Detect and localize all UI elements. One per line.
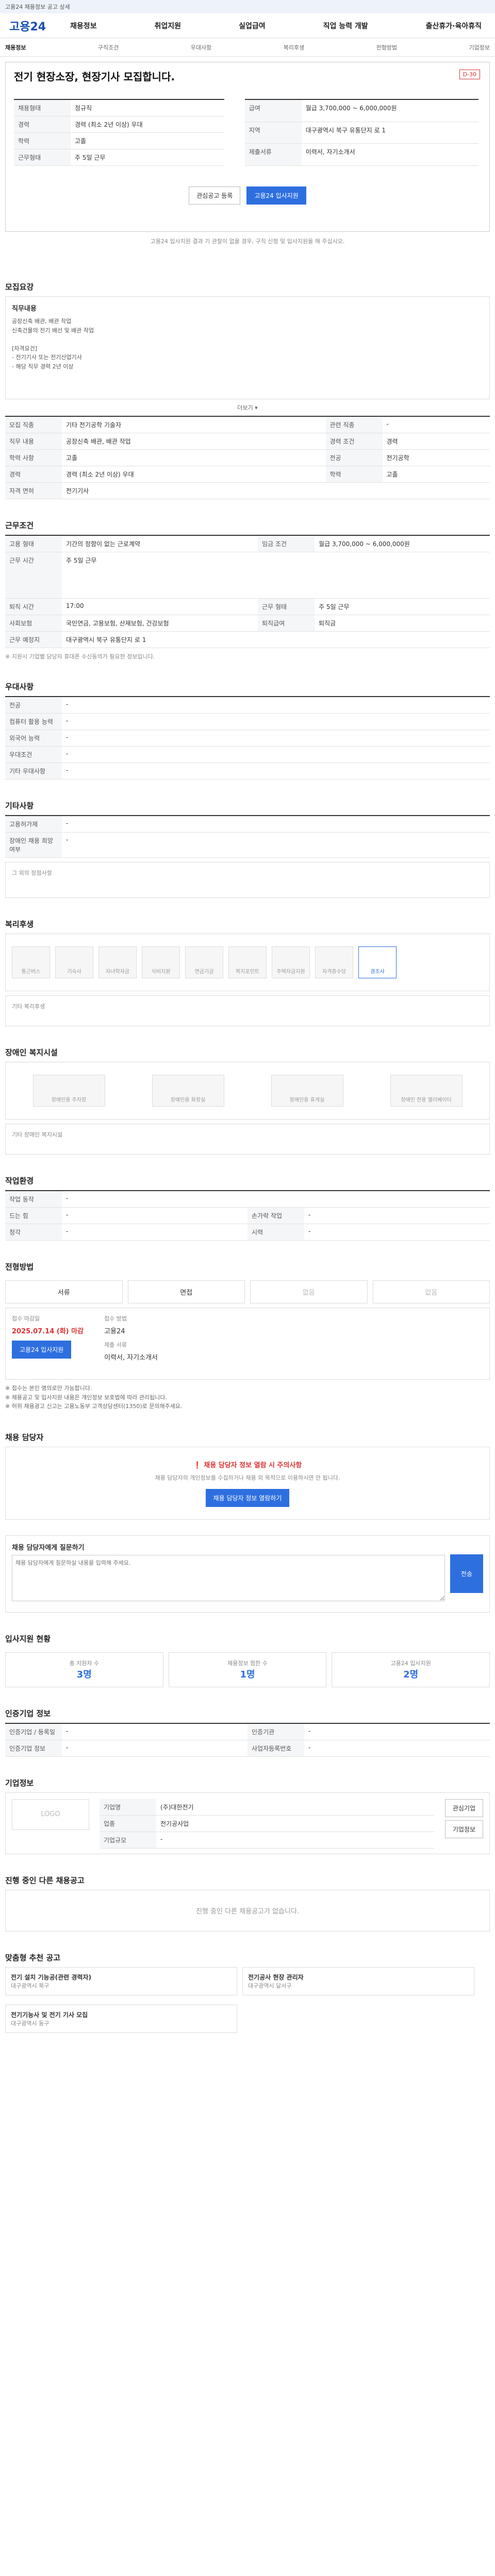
stat-card: 고용24 입사지원 2명 [332, 1652, 490, 1687]
method-notices: ※ 접수는 본인 명의로만 가능합니다. ※ 채용공고 및 입사지원 내용은 개… [5, 1385, 183, 1410]
subnav-crumb-2[interactable]: 우대사항 [191, 43, 211, 52]
top-notice-bar: 고용24 채용정보 공고 상세 [0, 0, 495, 13]
view-contact-button[interactable]: 채용 담당자 정보 열람하기 [205, 1488, 290, 1507]
welfare-tag: 자녀학자금 [98, 946, 137, 978]
stats-row: 총 지원자 수 3명 채용정보 찜한 수 1명 고용24 입사지원 2명 [5, 1648, 490, 1687]
welfare-tag: 기숙사 [55, 946, 93, 978]
welfare-tag: 통근버스 [12, 946, 50, 978]
save-job-button[interactable]: 관심공고 등록 [189, 187, 241, 205]
welfare-tag-active: 경조사 [358, 946, 397, 978]
welfare-tag: 복지포인트 [228, 946, 267, 978]
gnb-item-support[interactable]: 취업지원 [151, 21, 186, 31]
job-header-card: 전기 현장소장, 현장기사 모집합니다. D-30 채용형태 정규직 경력 경력 (… [5, 62, 490, 232]
disabled-tag: 장애인용 주차장 [32, 1075, 105, 1107]
welfare-tag: 식비지원 [142, 946, 180, 978]
contact-box: ❗ 채용 담당자 정보 열람 시 주의사항 채용 담당자의 개인정보를 수집하거… [5, 1446, 490, 1520]
others-section-title: 진행 중인 다른 채용공고 [5, 1875, 85, 1885]
welfare-box: 통근버스 기숙사 자녀학자금 식비지원 연금기금 복지포인트 주택자금지원 자격… [5, 934, 490, 991]
more-button[interactable]: 더보기 ▾ [237, 404, 257, 411]
method-section-title: 전형방법 [5, 1262, 34, 1272]
recommend-list: 전기 설치 기능공(관련 경력자) 대구광역시 북구 전기공사 현장 관리자 대구광… [5, 1967, 490, 2037]
subnav-title: 채용정보 [5, 44, 26, 51]
job-summary-right: 급여 월급 3,700,000 ~ 6,000,000원 지역 대구광역시 북구 유… [244, 99, 478, 166]
qna-box: 채용 담당자에게 질문하기 전송 [5, 1535, 490, 1613]
worktime-table: 작업 동작 - 드는 힘 - 손가락 작업 - 청각 - 시력 - [5, 1190, 490, 1241]
corp-section-title: 기업정보 [5, 1778, 34, 1788]
gnb-menu: 채용정보 취업지원 실업급여 직업 능력 개발 출산휴가·육아휴직 [66, 21, 486, 31]
conditions-table: 고용 형태 기간의 정함이 없는 근로계약 임금 조건 월급 3,700,000 ~ … [5, 535, 490, 648]
other-table: 고용허가제 - 장애인 채용 희망 여부 - [5, 815, 490, 858]
recruit-table: 모집 직종 기타 전기공학 기술자 관련 직종 - 직무 내용 공장신축 배관, 배관 … [5, 416, 490, 499]
corp-logo: LOGO [12, 1799, 89, 1830]
disabled-etc-box: 기타 장애인 복지시설 [5, 1124, 490, 1155]
stat-card: 채용정보 찜한 수 1명 [168, 1652, 327, 1687]
recruit-summary-box: 직무내용 공장신축 배관, 배관 작업 신축건물의 전기 배선 및 배관 작업 … [5, 296, 490, 399]
contact-section-title: 채용 담당자 [5, 1432, 44, 1442]
disabled-tag: 장애인 전용 엘리베이터 [390, 1075, 463, 1107]
welfare-tag: 주택자금지원 [272, 946, 310, 978]
qna-input[interactable] [12, 1554, 445, 1601]
deadline-value: 2025.07.14 (화) 마감 [12, 1328, 84, 1335]
gnb-item-jobs[interactable]: 채용정보 [66, 21, 101, 31]
subnav-crumb-5[interactable]: 기업정보 [469, 43, 489, 52]
company-section-title: 인증기업 정보 [5, 1708, 51, 1718]
other-note-box: 그 외의 장점사항 [5, 862, 490, 898]
welfare-section-title: 복리후생 [5, 920, 34, 929]
disabled-section-title: 장애인 복지시설 [5, 1048, 58, 1057]
deadline-box: 접수 마감일 2025.07.14 (화) 마감 고용24 입사지원 접수 방법… [5, 1308, 490, 1380]
recruit-summary-text: 공장신축 배관, 배관 작업 신축건물의 전기 배선 및 배관 작업 [자격요건… [12, 318, 94, 370]
recommend-section-title: 맞춤형 추천 공고 [5, 1953, 61, 1962]
subnav-crumb-4[interactable]: 전형방법 [376, 43, 397, 52]
method-steps: 서류 면접 없음 없음 [5, 1276, 490, 1303]
other-section-title: 기타사항 [5, 801, 34, 810]
company-table: 인증기업 / 등록일 - 인증기관 - 인증기업 정보 - 사업자등록번호 - [5, 1722, 490, 1757]
job-summary-left: 채용형태 정규직 경력 경력 (최소 2년 이상) 우대 학력 고졸 근무형태 주 5일… [14, 99, 224, 166]
global-nav: 고용24 채용정보 취업지원 실업급여 직업 능력 개발 출산휴가·육아휴직 [0, 13, 495, 38]
recruit-section-title: 모집요강 [5, 282, 34, 292]
conditions-section-title: 근무조건 [5, 521, 34, 530]
gnb-item-training[interactable]: 직업 능력 개발 [319, 21, 372, 31]
disabled-tag: 장애인용 화장실 [152, 1075, 224, 1107]
subnav-crumb-1[interactable]: 구직조건 [98, 43, 119, 52]
method-step: 없음 [250, 1280, 368, 1303]
disabled-box: 장애인용 주차장 장애인용 화장실 장애인용 휴게실 장애인 전용 엘리베이터 [5, 1062, 490, 1120]
worktime-section-title: 작업환경 [5, 1176, 34, 1185]
contact-warning: ❗ 채용 담당자 정보 열람 시 주의사항 [193, 1461, 302, 1469]
welfare-tag: 연금기금 [185, 946, 223, 978]
follow-company-button[interactable]: 관심기업 [444, 1799, 483, 1817]
stat-card: 총 지원자 수 3명 [5, 1652, 163, 1687]
job-title: 전기 현장소장, 현장기사 모집합니다. [14, 71, 175, 83]
conditions-notice: ※ 지원시 기업별 담당자 휴대폰 수신동의가 필요한 정보입니다. [5, 653, 155, 660]
qna-submit-button[interactable]: 전송 [450, 1554, 483, 1594]
others-empty: 진행 중인 다른 채용공고가 없습니다. [5, 1889, 490, 1931]
preference-section-title: 우대사항 [5, 682, 34, 691]
recruit-summary-title: 직무내용 [12, 305, 37, 313]
disabled-tags: 장애인용 주차장 장애인용 화장실 장애인용 휴게실 장애인 전용 엘리베이터 [12, 1069, 483, 1113]
gnb-item-leave[interactable]: 출산휴가·육아휴직 [422, 21, 486, 31]
recommend-item[interactable]: 전기기능사 및 전기 기사 모집 대구광역시 동구 [5, 2004, 237, 2033]
method-step: 서류 [5, 1280, 123, 1303]
preference-table: 전공 - 컴퓨터 활용 능력 - 외국어 능력 - 우대조건 - 기타 우대사항 - [5, 696, 490, 779]
company-info-button[interactable]: 기업정보 [444, 1820, 483, 1838]
stats-section-title: 입사지원 현황 [5, 1634, 51, 1643]
apply-notice: 고용24 입사지원 결과 기 관찰이 없을 경우, 구직 신청 및 입사지원을 … [150, 238, 345, 245]
site-logo[interactable]: 고용24 [9, 18, 66, 34]
corp-box: LOGO 기업명 (주)대한전기 업종 전기공사업 기업규모 - 관심기업 기업정보 [5, 1792, 490, 1854]
welfare-etc-box: 기타 복리후생 [5, 995, 490, 1026]
corp-table: 기업명 (주)대한전기 업종 전기공사업 기업규모 - [100, 1799, 435, 1849]
method-step: 면접 [127, 1280, 245, 1303]
sub-nav: 채용정보 구직조건 우대사항 복리후생 전형방법 기업정보 [0, 38, 495, 57]
recommend-item[interactable]: 전기 설치 기능공(관련 경력자) 대구광역시 북구 [5, 1967, 237, 1995]
recommend-item[interactable]: 전기공사 현장 관리자 대구광역시 달서구 [242, 1967, 474, 1995]
disabled-tag: 장애인용 휴게실 [271, 1075, 343, 1107]
subnav-crumb-3[interactable]: 복리후생 [284, 43, 304, 52]
gnb-item-benefit[interactable]: 실업급여 [235, 21, 270, 31]
method-step: 없음 [372, 1280, 490, 1303]
welfare-tag: 자격증수당 [315, 946, 353, 978]
welfare-tags: 통근버스 기숙사 자녀학자금 식비지원 연금기금 복지포인트 주택자금지원 자격… [12, 940, 483, 985]
apply-button[interactable]: 고용24 입사지원 [246, 187, 306, 205]
apply-button-2[interactable]: 고용24 입사지원 [12, 1341, 72, 1359]
dday-badge: D-30 [459, 70, 480, 79]
